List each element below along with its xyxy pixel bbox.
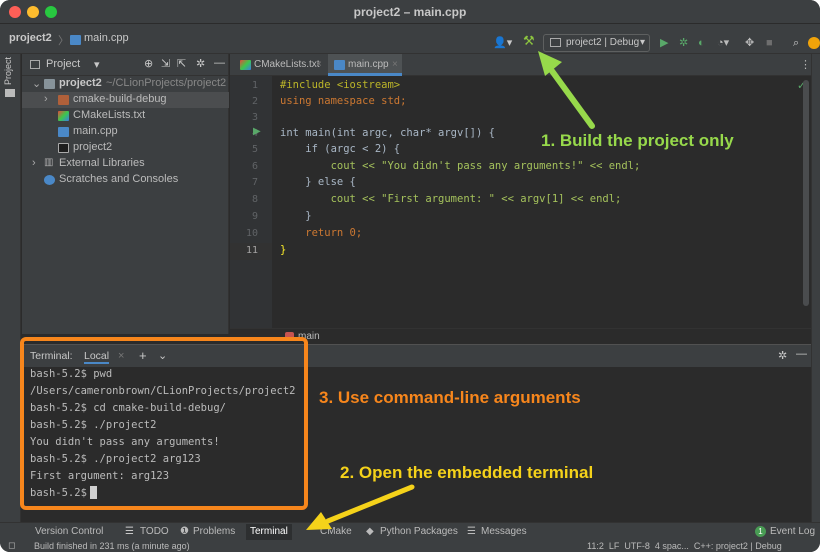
annotation-args: 3. Use command-line arguments <box>319 388 581 407</box>
build-arrow <box>538 51 595 129</box>
annotation-build: 1. Build the project only <box>541 131 734 150</box>
terminal-arrow <box>306 484 415 530</box>
ide-window: project2 – main.cpp project2 〉 main.cpp … <box>0 0 820 552</box>
annotation-terminal: 2. Open the embedded terminal <box>340 463 594 482</box>
